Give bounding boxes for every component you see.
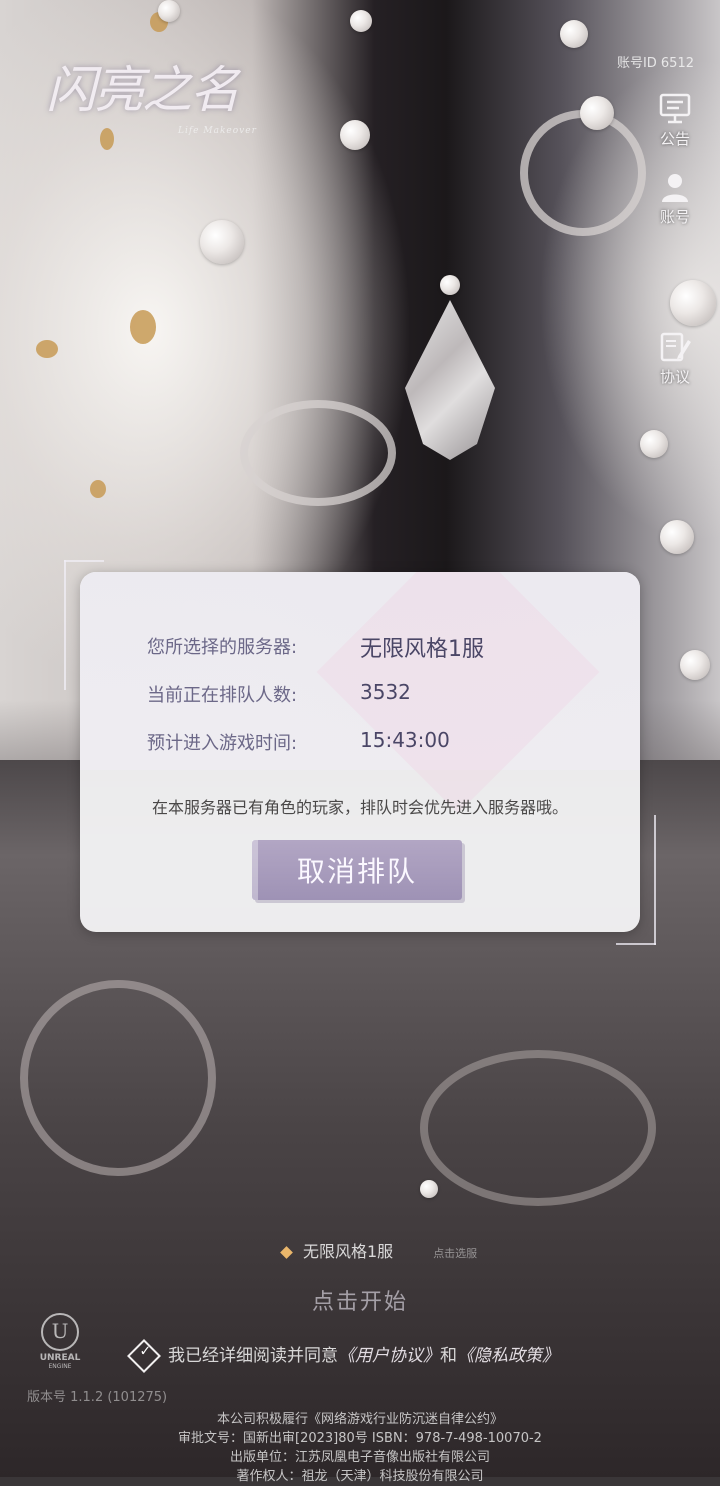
- eta-label: 预计进入游戏时间:: [147, 733, 298, 754]
- unreal-icon: U: [41, 1313, 79, 1351]
- server-value: 无限风格1服: [360, 637, 484, 662]
- engine-name: UNREAL: [39, 1353, 81, 1363]
- decor-pearl: [640, 430, 668, 458]
- side-item-label: 协议: [659, 368, 690, 386]
- decor-pearl: [670, 280, 716, 326]
- agreement-row: 我已经详细阅读并同意《用户协议》和《隐私政策》: [127, 1339, 559, 1373]
- server-row: 您所选择的服务器: 无限风格1服: [147, 633, 484, 662]
- agree-text: 我已经详细阅读并同意: [168, 1346, 338, 1366]
- decor-diamond: [316, 572, 600, 814]
- decor-swirl: [240, 400, 396, 506]
- agree-checkbox[interactable]: [127, 1339, 161, 1373]
- decor-swirl: [20, 980, 216, 1176]
- decor-pearl: [200, 220, 244, 264]
- start-game-button[interactable]: 点击开始: [0, 1284, 720, 1316]
- server-selector[interactable]: 无限风格1服 点击选服: [280, 1238, 478, 1262]
- unreal-engine-logo: U UNREAL ENGINE: [30, 1313, 90, 1370]
- footer-line: 出版单位：江苏凤凰电子音像出版社有限公司: [229, 1450, 490, 1465]
- decor-dot: [130, 310, 156, 344]
- side-item-label: 账号: [659, 208, 690, 226]
- account-id-label: 账号ID 6512: [616, 56, 694, 71]
- user-agreement-link[interactable]: 《用户协议》: [338, 1346, 440, 1366]
- decor-pearl: [440, 275, 460, 295]
- decor-pearl: [340, 120, 370, 150]
- agreement-button[interactable]: 协议: [652, 330, 698, 387]
- engine-sub: ENGINE: [48, 1363, 72, 1370]
- queue-count-value: 3532: [360, 680, 411, 704]
- decor-pearl: [560, 20, 588, 48]
- decor-dot: [36, 340, 58, 358]
- version-label: 版本号 1.1.2 (101275): [27, 1390, 168, 1405]
- queue-dialog: 您所选择的服务器: 无限风格1服 当前正在排队人数: 3532 预计进入游戏时间…: [80, 572, 640, 932]
- side-item-label: 公告: [659, 130, 690, 148]
- decor-pearl: [660, 520, 694, 554]
- footer-line: 审批文号：国新出审[2023]80号 ISBN：978-7-498-10070-…: [178, 1431, 542, 1446]
- queue-count-row: 当前正在排队人数: 3532: [147, 680, 411, 707]
- decor-pearl: [420, 1180, 438, 1198]
- decor-swirl: [520, 110, 646, 236]
- privacy-policy-link[interactable]: 《隐私政策》: [457, 1346, 559, 1366]
- eta-row: 预计进入游戏时间: 15:43:00: [147, 728, 450, 755]
- decor-pearl: [580, 96, 614, 130]
- agreement-icon: [658, 330, 692, 364]
- announcement-icon: [658, 92, 692, 126]
- decor-pearl: [680, 650, 710, 680]
- server-hint: 点击选服: [433, 1247, 478, 1260]
- server-gem-icon: [280, 1246, 293, 1259]
- decor-swirl: [420, 1050, 656, 1206]
- cancel-queue-label: 取消排队: [296, 855, 417, 888]
- logo-subtitle: Life Makeover: [178, 126, 257, 136]
- legal-footer: 本公司积极履行《网络游戏行业防沉迷自律公约》 审批文号：国新出审[2023]80…: [0, 1410, 720, 1486]
- server-label: 您所选择的服务器:: [147, 637, 298, 658]
- decor-pearl: [350, 10, 372, 32]
- eta-value: 15:43:00: [360, 728, 450, 752]
- queue-count-label: 当前正在排队人数:: [147, 685, 298, 706]
- footer-line: 本公司积极履行《网络游戏行业防沉迷自律公约》: [216, 1412, 503, 1427]
- account-icon: [658, 170, 692, 204]
- and-text: 和: [440, 1346, 457, 1366]
- logo-title: 闪亮之名: [46, 61, 240, 119]
- server-name: 无限风格1服: [303, 1242, 394, 1261]
- decor-dot: [90, 480, 106, 498]
- decor-pearl: [158, 0, 180, 22]
- game-logo: 闪亮之名 Life Makeover: [40, 40, 280, 150]
- cancel-queue-button[interactable]: 取消排队: [252, 840, 462, 900]
- priority-notice: 在本服务器已有角色的玩家，排队时会优先进入服务器哦。: [151, 798, 568, 817]
- announcement-button[interactable]: 公告: [652, 92, 698, 149]
- account-button[interactable]: 账号: [652, 170, 698, 227]
